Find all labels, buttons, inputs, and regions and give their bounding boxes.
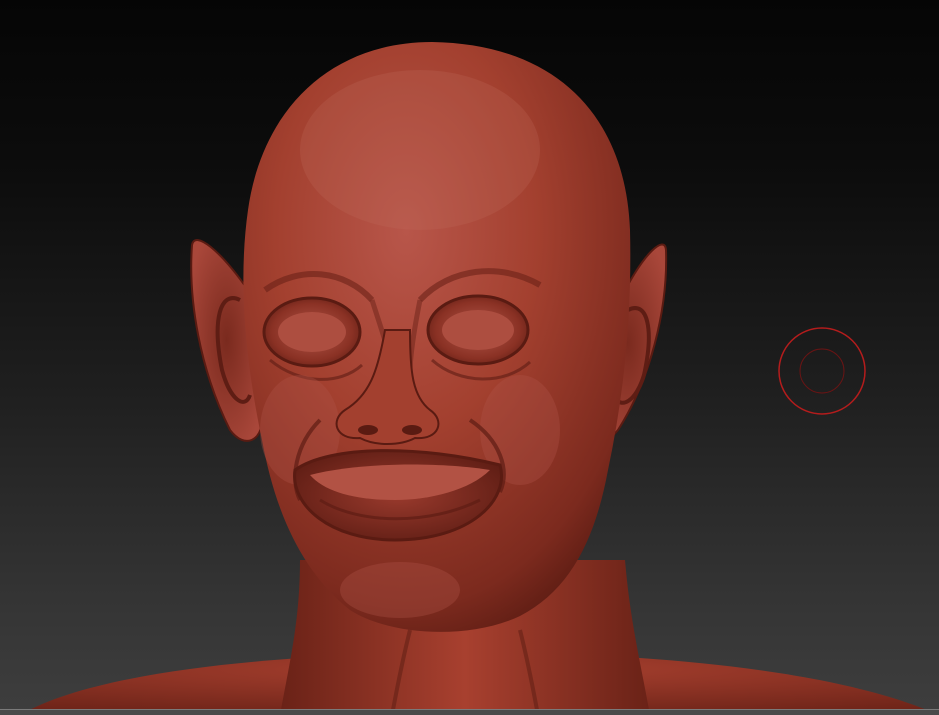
sculpt-viewport[interactable]	[0, 0, 939, 715]
viewport-bottom-edge	[0, 709, 939, 715]
brush-cursor-icon	[778, 327, 866, 415]
